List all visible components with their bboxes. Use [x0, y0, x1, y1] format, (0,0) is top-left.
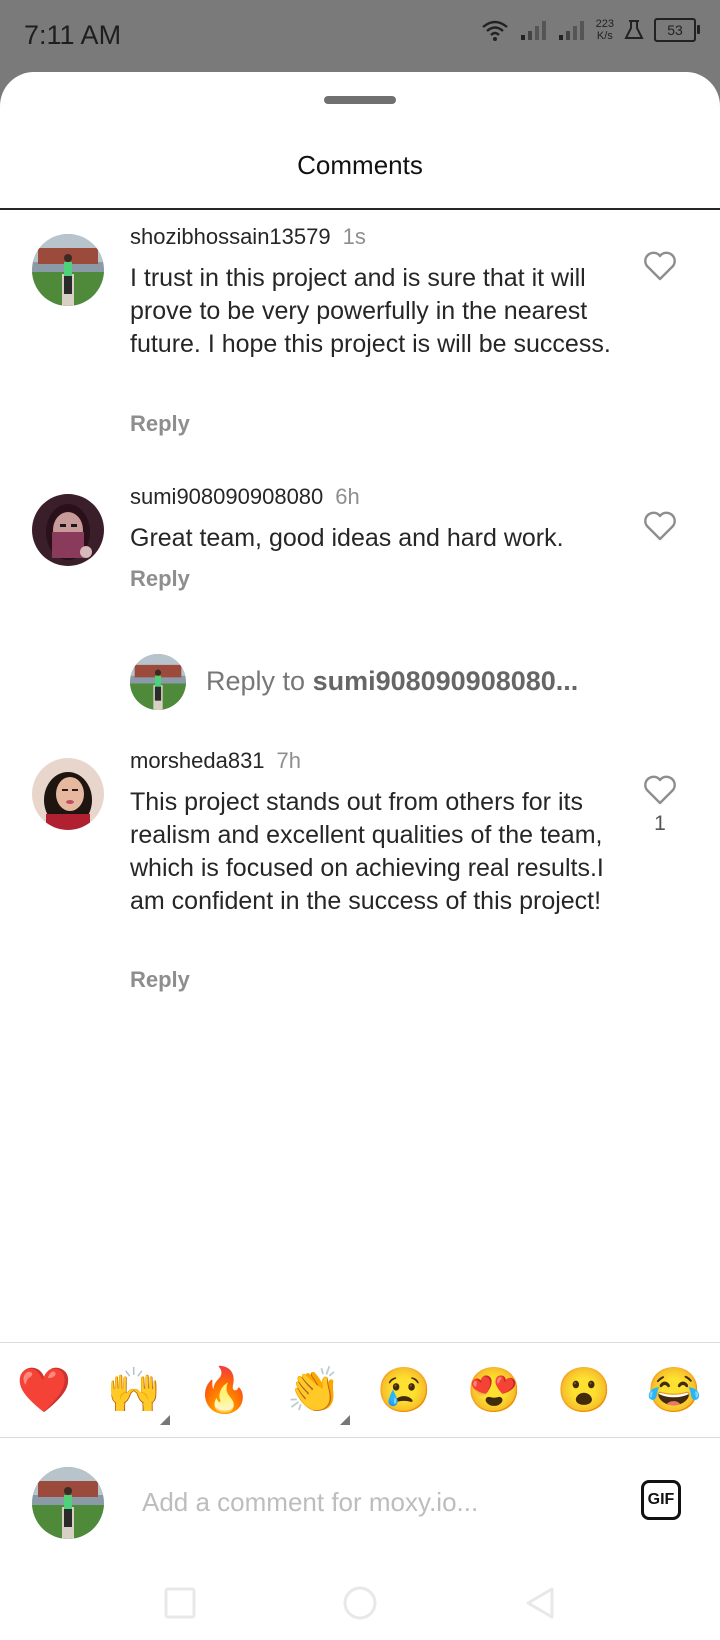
status-bar: 7:11 AM 223 K/s 53 — [0, 0, 720, 72]
comments-sheet: Comments shozibhossain13579 1s I trust in… — [0, 72, 720, 1640]
comment-time: 7h — [276, 748, 302, 773]
network-speed-value: 223 — [595, 18, 614, 30]
comment-header: sumi908090908080 6h — [130, 484, 360, 510]
emoji-crying-face[interactable]: 😢 — [376, 1363, 432, 1419]
emoji-tears-of-joy[interactable]: 😂 — [646, 1363, 702, 1419]
flask-icon — [624, 20, 644, 39]
status-time: 7:11 AM — [24, 20, 122, 50]
comment-username[interactable]: morsheda831 — [130, 748, 265, 773]
reply-prompt[interactable]: Reply to sumi908090908080... — [130, 654, 690, 710]
reply-button[interactable]: Reply — [130, 411, 190, 437]
emoji-clapping-hands[interactable]: 👏 — [286, 1363, 342, 1419]
reply-prompt-text[interactable]: Reply to sumi908090908080... — [206, 666, 578, 697]
emoji-fire[interactable]: 🔥 — [196, 1363, 252, 1419]
network-speed-unit: K/s — [596, 30, 613, 42]
avatar — [32, 1467, 104, 1539]
comment-text: I trust in this project and is sure that… — [130, 264, 611, 358]
comment-input[interactable] — [140, 1479, 604, 1525]
emoji-astonished-face[interactable]: 😮 — [556, 1363, 612, 1419]
emoji-raising-hands[interactable]: 🙌 — [106, 1363, 162, 1419]
emoji-quick-bar: ❤️ 🙌 🔥 👏 😢 😍 😮 😂 — [0, 1342, 720, 1438]
sheet-title: Comments — [297, 150, 423, 180]
comment-username[interactable]: sumi908090908080 — [130, 484, 323, 509]
heart-outline-icon[interactable] — [642, 250, 678, 282]
reply-button[interactable]: Reply — [130, 566, 190, 592]
emoji-heart-eyes[interactable]: 😍 — [466, 1363, 522, 1419]
comment-time: 1s — [342, 224, 366, 249]
heart-outline-icon[interactable] — [642, 510, 678, 542]
gif-icon[interactable]: GIF — [641, 1480, 681, 1520]
comment-text: This project stands out from others for … — [130, 788, 604, 915]
reply-button[interactable]: Reply — [130, 967, 190, 993]
avatar — [130, 654, 186, 710]
signal-icon-2 — [558, 21, 584, 40]
comment-header: morsheda831 7h — [130, 748, 301, 774]
square-icon[interactable] — [160, 1583, 200, 1623]
status-icons: 223 K/s 53 — [480, 18, 700, 42]
variant-indicator-icon — [340, 1415, 350, 1425]
battery-icon: 53 — [654, 18, 700, 42]
drag-handle[interactable] — [324, 96, 396, 104]
variant-indicator-icon — [160, 1415, 170, 1425]
heart-outline-icon[interactable] — [642, 774, 678, 806]
comment-username[interactable]: shozibhossain13579 — [130, 224, 331, 249]
triangle-back-icon[interactable] — [520, 1583, 560, 1623]
reply-prompt-target: sumi908090908080... — [312, 666, 579, 696]
comment-text: Great team, good ideas and hard work. — [130, 524, 564, 552]
comment-header: shozibhossain13579 1s — [130, 224, 366, 250]
emoji-red-heart[interactable]: ❤️ — [16, 1363, 72, 1419]
comment-composer: GIF — [0, 1437, 720, 1557]
comment-time: 6h — [335, 484, 360, 509]
signal-icon — [520, 21, 546, 40]
system-nav-bar — [0, 1567, 720, 1637]
avatar[interactable] — [32, 234, 104, 306]
avatar[interactable] — [32, 494, 104, 566]
circle-icon[interactable] — [340, 1583, 380, 1623]
avatar[interactable] — [32, 758, 104, 830]
like-count: 1 — [654, 812, 666, 835]
wifi-icon — [481, 20, 508, 41]
network-speed: 223 K/s — [596, 18, 614, 42]
title-divider — [0, 208, 720, 210]
reply-prompt-prefix: Reply to — [206, 666, 313, 696]
